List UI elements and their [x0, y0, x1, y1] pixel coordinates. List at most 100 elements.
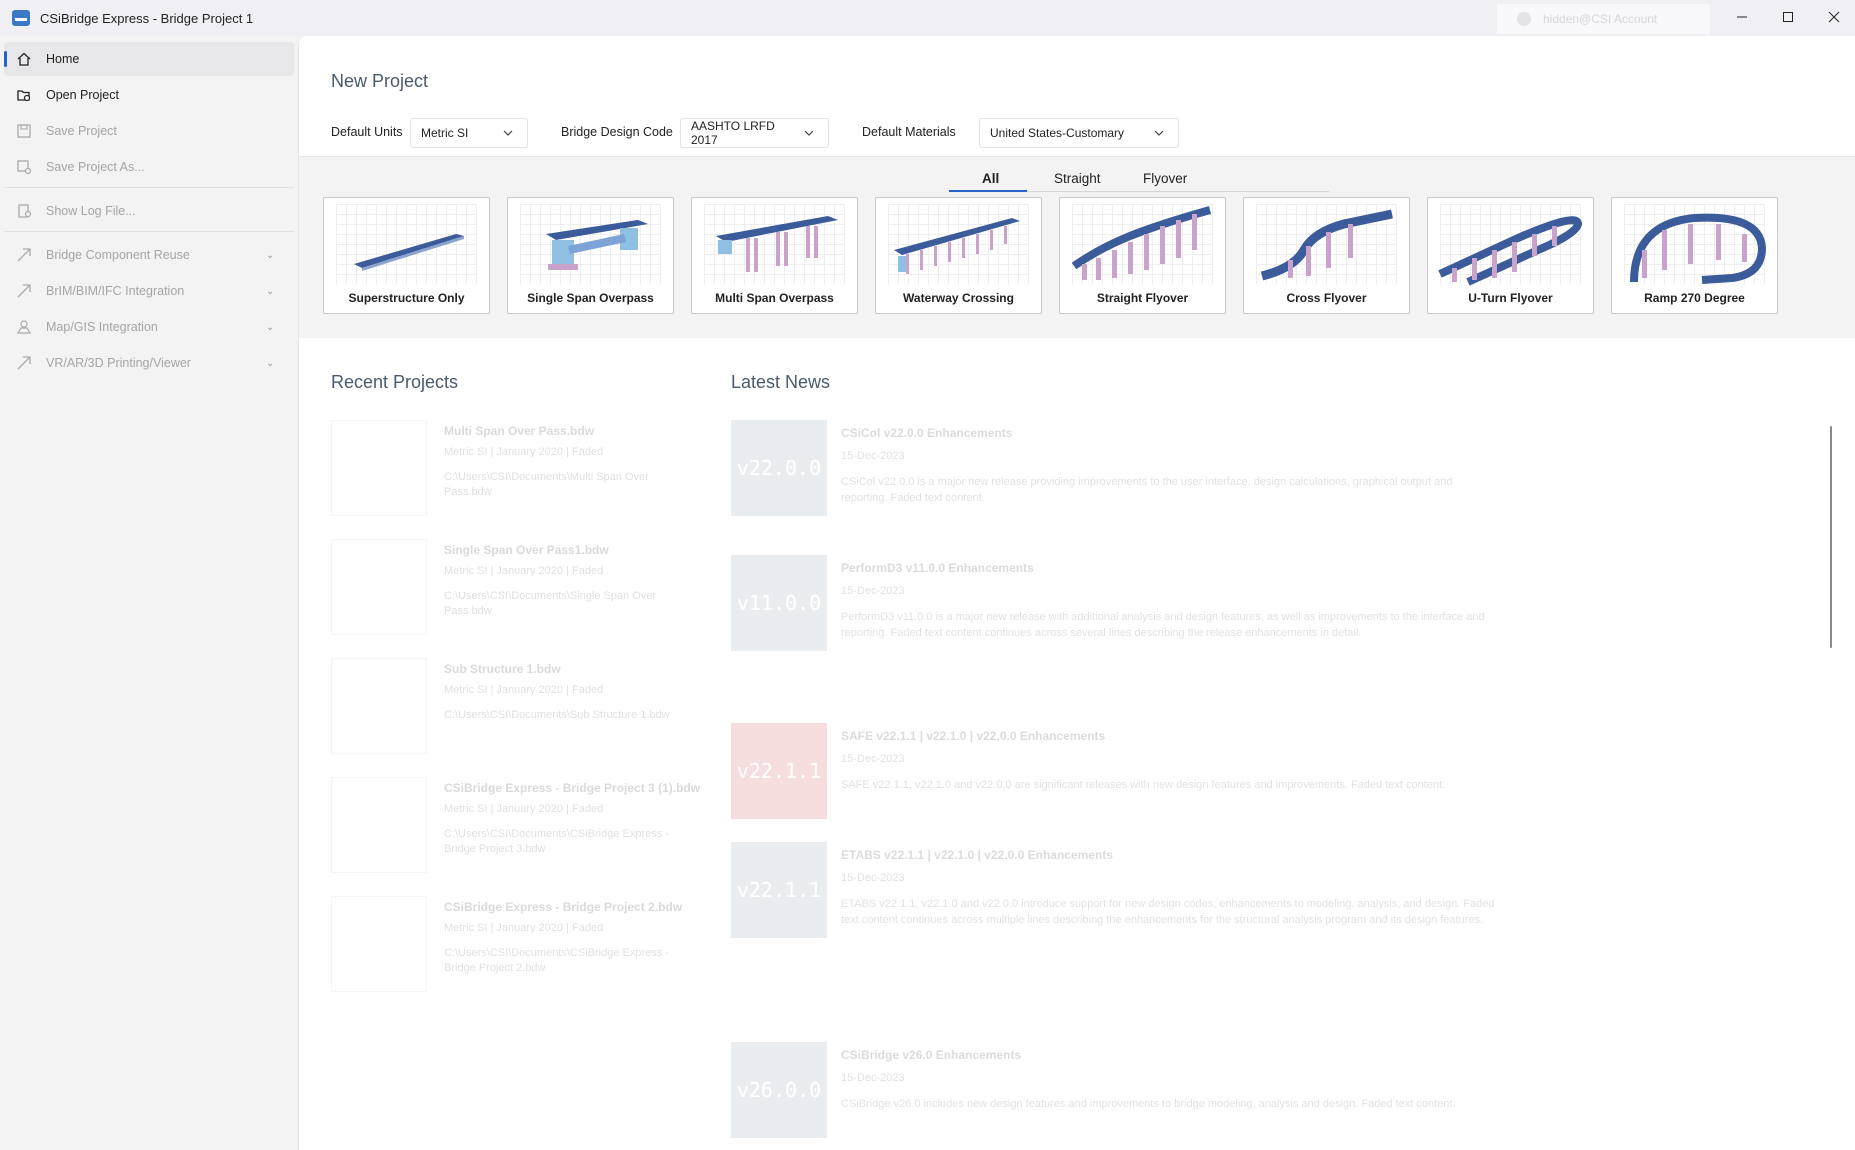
maximize-icon	[1783, 12, 1793, 22]
news-date: 15-Dec-2023	[841, 450, 905, 462]
news-thumbnail: v22.1.1	[731, 723, 827, 819]
news-date: 15-Dec-2023	[841, 1072, 905, 1084]
sidebar-item-bridge-component-reuse[interactable]: Bridge Component Reuse ⌄	[4, 238, 294, 272]
project-thumbnail	[331, 420, 427, 516]
template-label: Waterway Crossing	[903, 291, 1014, 305]
recent-project-item[interactable]: Sub Structure 1.bdw Metric SI | January …	[331, 658, 691, 754]
news-thumbnail: v11.0.0	[731, 555, 827, 651]
template-label: Multi Span Overpass	[715, 291, 834, 305]
close-icon	[1828, 11, 1840, 23]
account-button[interactable]: hidden@CSI Account	[1497, 4, 1710, 34]
news-title: PerformD3 v11.0.0 Enhancements	[841, 561, 1034, 575]
sidebar-item-label: Home	[46, 52, 80, 66]
chevron-down-icon	[503, 128, 527, 139]
sidebar-divider	[4, 231, 294, 232]
bridge-design-code-label: Bridge Design Code	[561, 125, 673, 139]
project-path: C:\Users\CSI\Documents\CSiBridge Express…	[444, 947, 669, 974]
sidebar-item-open-project[interactable]: Open Project	[4, 78, 294, 112]
template-label: U-Turn Flyover	[1468, 291, 1553, 305]
default-materials-label: Default Materials	[862, 125, 956, 139]
template-ramp-270-degree[interactable]: Ramp 270 Degree	[1611, 197, 1778, 314]
default-materials-select[interactable]: United States-Customary	[979, 118, 1179, 148]
arrow-up-right-icon	[16, 247, 32, 263]
account-name: hidden@CSI Account	[1543, 12, 1658, 26]
template-straight-flyover[interactable]: Straight Flyover	[1059, 197, 1226, 314]
sidebar-item-map-gis[interactable]: Map/GIS Integration ⌄	[4, 310, 294, 344]
save-as-icon	[16, 159, 32, 175]
arrow-up-right-icon	[16, 355, 32, 371]
bridge-model-icon	[716, 216, 838, 272]
close-button[interactable]	[1811, 0, 1855, 34]
bridge-model-icon	[354, 234, 464, 271]
chevron-down-icon: ⌄	[266, 357, 275, 369]
tab-flyover[interactable]: Flyover	[1143, 171, 1187, 186]
sidebar-item-save-project-as[interactable]: Save Project As...	[4, 150, 294, 184]
news-date: 15-Dec-2023	[841, 872, 905, 884]
news-thumbnail: v22.1.1	[731, 842, 827, 938]
latest-news-title: Latest News	[731, 372, 831, 392]
news-thumbnail: v22.0.0	[731, 420, 827, 516]
template-cross-flyover[interactable]: Cross Flyover	[1243, 197, 1410, 314]
recent-project-item[interactable]: CSiBridge Express - Bridge Project 2.bdw…	[331, 896, 691, 992]
news-title: ETABS v22.1.1 | v22.1.0 | v22.0.0 Enhanc…	[841, 848, 1113, 862]
chevron-down-icon: ⌄	[266, 285, 275, 297]
news-title: SAFE v22.1.1 | v22.1.0 | v22.0.0 Enhance…	[841, 729, 1106, 743]
maximize-button[interactable]	[1765, 0, 1811, 34]
default-units-label: Default Units	[331, 125, 403, 139]
app-logo-icon	[12, 10, 30, 26]
template-multi-span-overpass[interactable]: Multi Span Overpass	[691, 197, 858, 314]
sidebar-item-label: Save Project	[46, 124, 117, 138]
open-folder-icon	[16, 87, 32, 103]
sidebar-item-show-log-file[interactable]: Show Log File...	[4, 194, 294, 228]
save-icon	[16, 123, 32, 139]
project-thumbnail	[331, 539, 427, 635]
title-bar: CSiBridge Express - Bridge Project 1 hid…	[0, 0, 1855, 36]
bridge-model-icon	[1438, 216, 1583, 286]
recent-project-item[interactable]: Multi Span Over Pass.bdw Metric SI | Jan…	[331, 420, 691, 516]
template-waterway-crossing[interactable]: Waterway Crossing	[875, 197, 1042, 314]
bridge-model-icon	[1071, 206, 1212, 280]
project-meta: Metric SI | January 2020 | Faded	[444, 446, 604, 458]
template-u-turn-flyover[interactable]: U-Turn Flyover	[1427, 197, 1594, 314]
default-units-select[interactable]: Metric SI	[410, 118, 528, 148]
news-date: 15-Dec-2023	[841, 753, 905, 765]
sidebar-item-home[interactable]: Home	[4, 42, 294, 76]
project-meta: Metric SI | January 2020 | Faded	[444, 803, 604, 815]
bridge-design-code-value: AASHTO LRFD 2017	[691, 119, 775, 147]
project-path: C:\Users\CSI\Documents\Single Span Over …	[444, 590, 657, 617]
active-tab-indicator	[949, 190, 1027, 192]
sidebar-item-save-project[interactable]: Save Project	[4, 114, 294, 148]
project-meta: Metric SI | January 2020 | Faded	[444, 565, 604, 577]
chevron-down-icon: ⌄	[266, 249, 275, 261]
news-date: 15-Dec-2023	[841, 585, 905, 597]
recent-project-item[interactable]: Single Span Over Pass1.bdw Metric SI | J…	[331, 539, 691, 635]
news-body: CSiBridge v26.0 includes new design feat…	[841, 1098, 1456, 1110]
news-body: PerformD3 v11.0.0 is a major new release…	[841, 611, 1485, 639]
template-single-span-overpass[interactable]: Single Span Overpass	[507, 197, 674, 314]
arrow-up-right-icon	[16, 283, 32, 299]
project-thumbnail	[331, 896, 427, 992]
sidebar-item-brim-bim-ifc[interactable]: BrIM/BIM/IFC Integration ⌄	[4, 274, 294, 308]
sidebar-item-label: Map/GIS Integration	[46, 320, 158, 334]
news-scrollbar[interactable]	[1830, 426, 1832, 648]
project-name: Single Span Over Pass1.bdw	[444, 543, 609, 557]
bridge-model-icon	[1260, 209, 1393, 281]
tab-straight[interactable]: Straight	[1054, 171, 1101, 186]
bridge-model-icon	[1630, 213, 1767, 284]
bridge-design-code-select[interactable]: AASHTO LRFD 2017	[680, 118, 829, 148]
main-panel: New Project Default Units Metric SI Brid…	[298, 36, 1855, 1150]
sidebar-item-vr-ar-3d[interactable]: VR/AR/3D Printing/Viewer ⌄	[4, 346, 294, 380]
default-units-value: Metric SI	[421, 126, 469, 140]
project-path: C:\Users\CSI\Documents\Multi Span Over P…	[444, 471, 649, 498]
log-file-icon	[16, 203, 32, 219]
template-superstructure-only[interactable]: Superstructure Only	[323, 197, 490, 314]
sidebar-item-label: Save Project As...	[46, 160, 145, 174]
minimize-button[interactable]	[1719, 0, 1765, 34]
recent-project-item[interactable]: CSiBridge Express - Bridge Project 3 (1)…	[331, 777, 700, 873]
tab-all[interactable]: All	[982, 171, 999, 186]
bridge-model-icon	[894, 218, 1020, 274]
sidebar-item-label: Show Log File...	[46, 204, 136, 218]
template-label: Straight Flyover	[1096, 291, 1189, 305]
new-project-title: New Project	[331, 71, 429, 91]
recent-projects-title: Recent Projects	[331, 372, 459, 392]
